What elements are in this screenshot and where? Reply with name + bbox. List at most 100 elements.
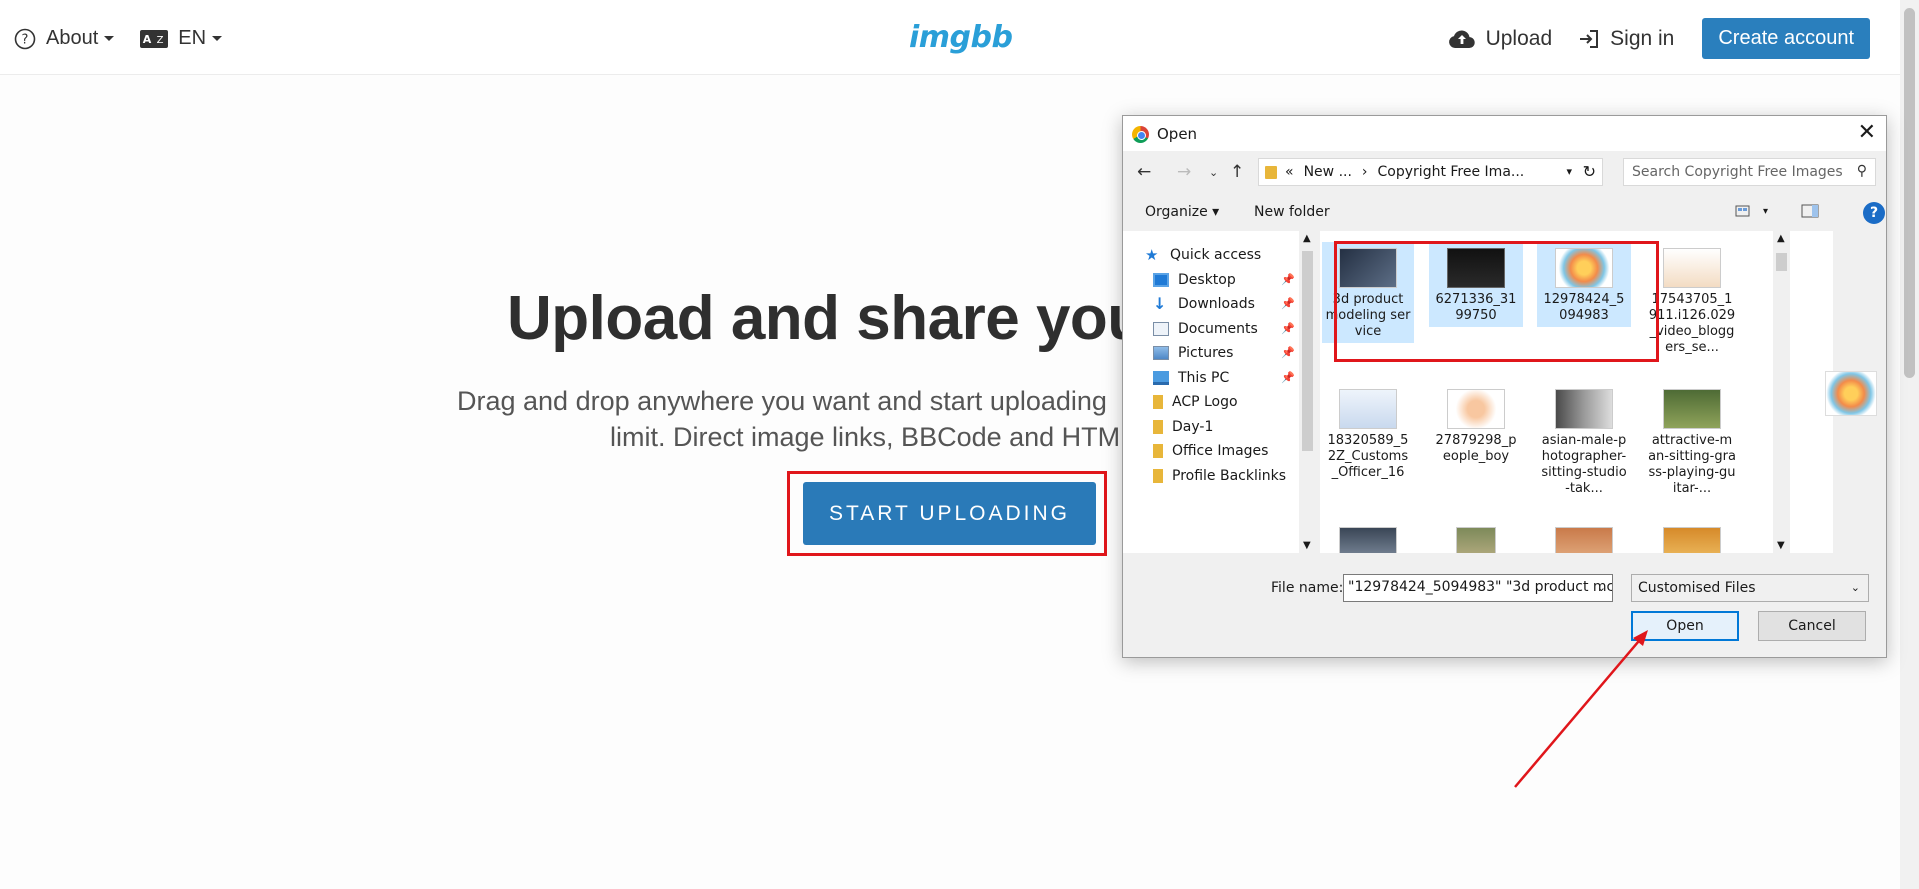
documents-icon: [1153, 322, 1169, 336]
open-button[interactable]: Open: [1631, 611, 1739, 641]
file-name-input[interactable]: "12978424_5094983" "3d product mc ⌄: [1343, 574, 1613, 602]
address-bar[interactable]: « New ... › Copyright Free Ima... ▾ ↻: [1258, 158, 1603, 186]
file-item[interactable]: attractive-man-sitting-grass-playing-gui…: [1645, 383, 1739, 500]
scrollbar-thumb[interactable]: [1904, 8, 1915, 378]
refresh-icon[interactable]: ↻: [1583, 162, 1596, 181]
breadcrumb-parent[interactable]: New ...: [1304, 164, 1352, 180]
file-thumbnail: [1447, 389, 1505, 429]
language-icon: AZ: [140, 29, 169, 48]
folder-icon: [1153, 420, 1163, 434]
file-pane-scrollbar[interactable]: ▲ ▼: [1773, 231, 1790, 553]
file-label: 17543705_1911.i126.029_video_bloggers_se…: [1648, 292, 1736, 355]
file-item-partial[interactable]: [1645, 521, 1739, 553]
nav-item-label: Desktop: [1178, 272, 1236, 288]
file-item[interactable]: 18320589_52Z_Customs_Officer_16: [1322, 383, 1414, 484]
preview-pane-icon[interactable]: [1801, 203, 1819, 219]
pin-icon: 📌: [1281, 273, 1295, 286]
file-thumbnail: [1663, 248, 1721, 288]
scrollbar-thumb[interactable]: [1776, 253, 1787, 271]
nav-item-downloads[interactable]: ↓ Downloads: [1153, 292, 1255, 316]
file-item[interactable]: asian-male-photographer-sitting-studio-t…: [1537, 383, 1631, 500]
file-thumbnail: [1663, 389, 1721, 429]
nav-item-profile-backlinks[interactable]: Profile Backlinks: [1153, 464, 1286, 488]
language-label: EN: [178, 27, 207, 49]
svg-text:A: A: [143, 33, 152, 46]
cancel-button[interactable]: Cancel: [1758, 611, 1866, 641]
back-arrow-icon[interactable]: ←: [1137, 162, 1151, 182]
search-icon: ⚲: [1856, 163, 1867, 179]
folder-icon: [1153, 395, 1163, 409]
nav-item-label: Documents: [1178, 321, 1258, 337]
scroll-up-icon[interactable]: ▲: [1777, 233, 1785, 244]
nav-item-desktop[interactable]: Desktop: [1153, 268, 1236, 292]
nav-item-label: This PC: [1178, 370, 1230, 386]
scroll-down-icon[interactable]: ▼: [1303, 540, 1311, 551]
nav-item-documents[interactable]: Documents: [1153, 317, 1258, 341]
file-thumbnail: [1339, 527, 1397, 553]
new-folder-button[interactable]: New folder: [1254, 204, 1330, 220]
language-menu[interactable]: AZ EN: [140, 27, 223, 50]
scrollbar-thumb[interactable]: [1302, 251, 1313, 451]
file-item-partial[interactable]: [1429, 521, 1523, 553]
file-item[interactable]: 17543705_1911.i126.029_video_bloggers_se…: [1645, 242, 1739, 359]
nav-item-quick-access[interactable]: ★ Quick access: [1145, 243, 1261, 267]
top-navbar: ? About AZ EN imgbb Upload Sign in Creat…: [0, 0, 1900, 75]
file-type-select[interactable]: Customised Files ⌄: [1631, 574, 1869, 602]
nav-item-this-pc[interactable]: This PC: [1153, 366, 1229, 390]
nav-item-acp-logo[interactable]: ACP Logo: [1153, 390, 1238, 414]
nav-item-label: Pictures: [1178, 345, 1234, 361]
search-field[interactable]: Search Copyright Free Images ⚲: [1623, 158, 1876, 186]
chevron-down-icon[interactable]: ⌄: [1597, 581, 1606, 594]
download-icon: ↓: [1153, 294, 1167, 313]
organize-menu[interactable]: Organize ▾: [1145, 204, 1219, 220]
breadcrumb-overflow[interactable]: «: [1285, 164, 1294, 180]
file-thumbnail: [1339, 389, 1397, 429]
chrome-icon: [1132, 126, 1149, 143]
create-account-button[interactable]: Create account: [1702, 18, 1870, 59]
nav-item-pictures[interactable]: Pictures: [1153, 341, 1233, 365]
about-menu[interactable]: ? About: [14, 27, 115, 50]
nav-item-office-images[interactable]: Office Images: [1153, 439, 1268, 463]
highlight-box-start-button: [787, 471, 1107, 556]
file-item-partial[interactable]: [1322, 521, 1414, 553]
imgbb-logo[interactable]: imgbb: [909, 20, 1013, 55]
dialog-title: Open: [1157, 125, 1198, 143]
file-name-label: File name:: [1271, 580, 1344, 596]
chevron-down-icon: ⌄: [1850, 581, 1860, 594]
svg-text:?: ?: [22, 32, 29, 47]
recent-locations-chevron-icon[interactable]: ⌄: [1209, 166, 1218, 179]
file-label: asian-male-photographer-sitting-studio-t…: [1541, 433, 1627, 496]
search-placeholder: Search Copyright Free Images: [1632, 164, 1843, 180]
chevron-down-icon: [104, 36, 115, 41]
navigation-pane: ★ Quick access Desktop 📌 ↓ Downloads 📌 D…: [1123, 231, 1316, 553]
view-options-icon[interactable]: [1735, 203, 1751, 219]
about-label: About: [46, 27, 99, 49]
file-item[interactable]: 27879298_people_boy: [1429, 383, 1523, 468]
file-label: attractive-man-sitting-grass-playing-gui…: [1648, 433, 1736, 496]
breadcrumb-current[interactable]: Copyright Free Ima...: [1378, 164, 1525, 180]
file-item-partial[interactable]: [1537, 521, 1631, 553]
nav-right: Upload Sign in Create account: [1448, 18, 1870, 59]
up-arrow-icon[interactable]: ↑: [1230, 162, 1244, 182]
signin-link[interactable]: Sign in: [1578, 27, 1674, 51]
chevron-down-icon[interactable]: ▾: [1763, 206, 1768, 217]
close-icon[interactable]: ✕: [1858, 120, 1876, 145]
file-thumbnail: [1456, 527, 1496, 553]
forward-arrow-icon[interactable]: →: [1177, 162, 1191, 182]
highlight-box-selected-files: [1334, 241, 1659, 362]
hero-subtitle-line2: limit. Direct image links, BBCode and HT…: [610, 422, 1121, 452]
chevron-down-icon[interactable]: ▾: [1566, 165, 1572, 178]
scroll-down-icon[interactable]: ▼: [1777, 540, 1785, 551]
pictures-icon: [1153, 346, 1169, 360]
scroll-up-icon[interactable]: ▲: [1303, 233, 1311, 244]
page-scrollbar[interactable]: [1900, 0, 1919, 889]
nav-item-label: Profile Backlinks: [1172, 468, 1287, 484]
sign-in-icon: [1580, 29, 1599, 48]
nav-item-day-1[interactable]: Day-1: [1153, 415, 1213, 439]
help-icon[interactable]: ?: [1863, 202, 1885, 224]
file-type-value: Customised Files: [1638, 580, 1756, 596]
upload-label: Upload: [1485, 26, 1553, 50]
nav-pane-scrollbar[interactable]: ▲ ▼: [1299, 231, 1316, 553]
open-file-dialog: Open ✕ ← → ⌄ ↑ « New ... › Copyright Fre…: [1122, 115, 1887, 658]
upload-link[interactable]: Upload: [1448, 26, 1553, 51]
